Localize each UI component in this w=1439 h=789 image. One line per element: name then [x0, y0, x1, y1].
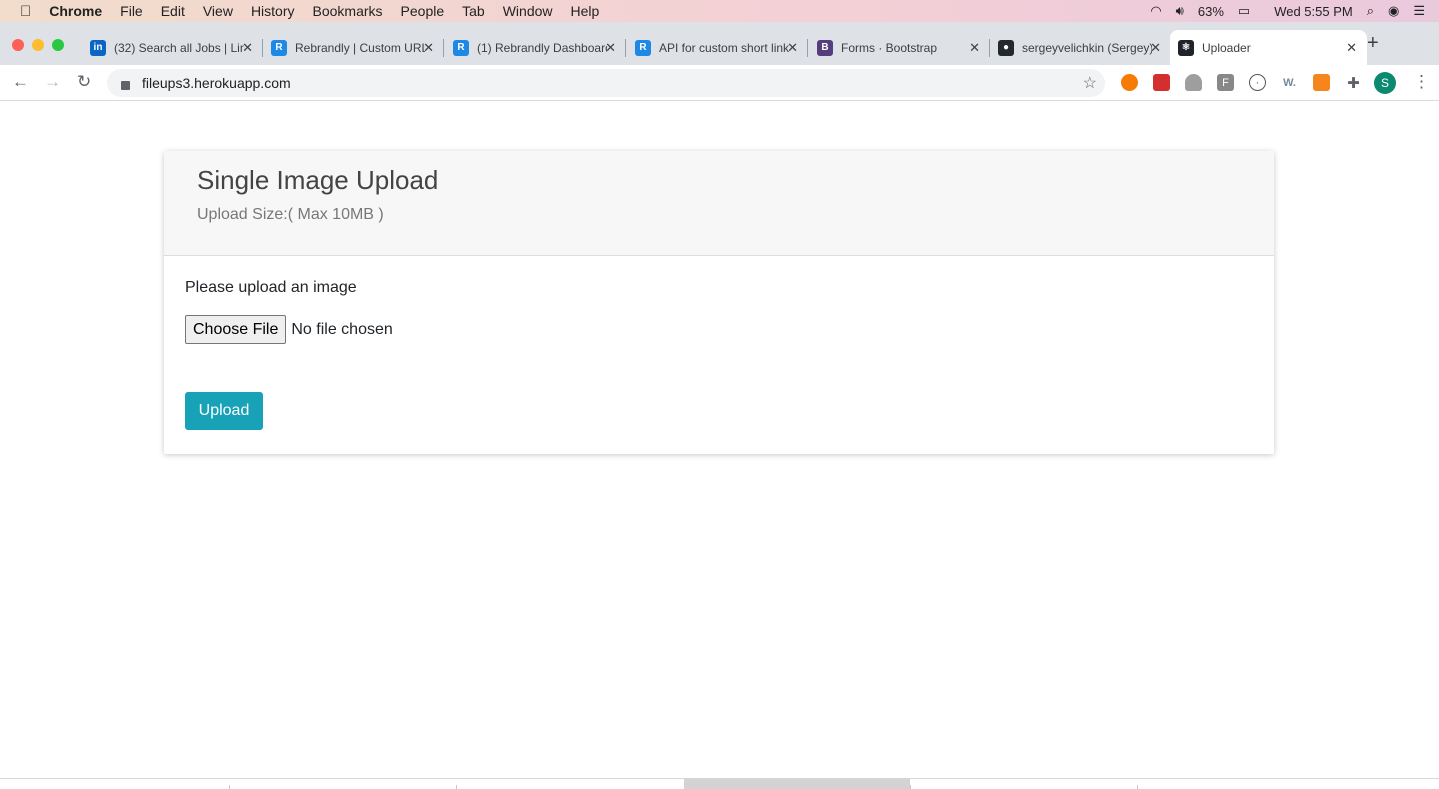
- close-tab-icon[interactable]: ✕: [1150, 40, 1161, 56]
- bookmark-star-icon[interactable]: ☆: [1083, 73, 1097, 93]
- address-bar[interactable]: fileups3.herokuapp.com ☆: [107, 69, 1105, 97]
- extension-braces-icon[interactable]: ·: [1249, 74, 1266, 91]
- tab-title: Forms · Bootstrap: [841, 40, 938, 55]
- linkedin-icon: in: [90, 39, 106, 56]
- browser-toolbar: ← → ↻ fileups3.herokuapp.com ☆ F · W. ✚ …: [0, 65, 1439, 101]
- tab-strip: in(32) Search all Jobs | LinkedIn✕RRebra…: [0, 22, 1439, 65]
- window-controls: [12, 39, 64, 51]
- tab-2[interactable]: R Rebrandly | Custom URL Shortener✕: [263, 30, 444, 65]
- tab-7[interactable]: ⚛ Uploader ✕: [1170, 30, 1367, 65]
- file-input[interactable]: Choose File No file chosen: [185, 315, 1274, 344]
- page-title: Single Image Upload: [197, 165, 439, 195]
- rebrandly-icon: R: [271, 39, 287, 56]
- spotlight-icon[interactable]: ⌕: [1367, 3, 1374, 19]
- upload-card: Single Image Upload Upload Size:( Max 10…: [164, 151, 1274, 454]
- close-tab-icon[interactable]: ✕: [1346, 40, 1357, 56]
- extension-fire-icon[interactable]: [1121, 74, 1138, 91]
- menu-file[interactable]: File: [120, 3, 143, 19]
- menu-window[interactable]: Window: [503, 3, 553, 19]
- metamask-icon[interactable]: [1313, 74, 1330, 91]
- react-icon: ⚛: [1178, 39, 1194, 56]
- tab-title: (1) Rebrandly Dashboard: [477, 40, 607, 55]
- extension-f-icon[interactable]: F: [1217, 74, 1234, 91]
- menu-app[interactable]: Chrome: [49, 3, 102, 19]
- rebrandly-icon: R: [635, 39, 651, 56]
- notification-center-icon[interactable]: ☰: [1413, 3, 1425, 19]
- macos-menubar:  Chrome File Edit View History Bookmark…: [0, 0, 1439, 22]
- choose-file-button[interactable]: Choose File: [185, 315, 287, 344]
- menu-bookmarks[interactable]: Bookmarks: [313, 3, 383, 19]
- menu-tab[interactable]: Tab: [462, 3, 485, 19]
- card-header: Single Image Upload Upload Size:( Max 10…: [164, 151, 1274, 256]
- minimize-window-button[interactable]: [32, 39, 44, 51]
- tab-title: sergeyvelichkin (Sergey): [1022, 40, 1152, 55]
- reload-icon[interactable]: ↻: [77, 72, 91, 92]
- zoom-window-button[interactable]: [52, 39, 64, 51]
- upload-button[interactable]: Upload: [185, 392, 263, 430]
- tab-5[interactable]: B Forms · Bootstrap ✕: [809, 30, 990, 65]
- lock-icon[interactable]: [121, 80, 130, 90]
- tab-title: Rebrandly | Custom URL Shortener: [295, 40, 425, 55]
- extension-shield-icon[interactable]: [1153, 74, 1170, 91]
- upload-prompt: Please upload an image: [185, 279, 357, 296]
- github-icon: ●: [998, 39, 1014, 56]
- card-body: Please upload an image Choose File No fi…: [164, 256, 1274, 430]
- battery-icon[interactable]: ▭: [1238, 3, 1250, 19]
- close-tab-icon[interactable]: ✕: [242, 40, 253, 56]
- close-window-button[interactable]: [12, 39, 24, 51]
- close-tab-icon[interactable]: ✕: [969, 40, 980, 56]
- menu-kebab-icon[interactable]: ⋮: [1413, 72, 1430, 92]
- menu-help[interactable]: Help: [571, 3, 600, 19]
- battery-percent[interactable]: 63%: [1198, 4, 1224, 19]
- forward-icon[interactable]: →: [44, 72, 61, 92]
- tab-4[interactable]: R API for custom short links ✕: [627, 30, 808, 65]
- extension-ghost-icon[interactable]: [1185, 74, 1202, 91]
- menu-view[interactable]: View: [203, 3, 233, 19]
- url-text[interactable]: fileups3.herokuapp.com: [142, 75, 291, 91]
- tab-title: Uploader: [1202, 40, 1251, 55]
- bootstrap-icon: B: [817, 39, 833, 56]
- back-icon[interactable]: ←: [12, 72, 29, 92]
- menu-people[interactable]: People: [401, 3, 445, 19]
- close-tab-icon[interactable]: ✕: [787, 40, 798, 56]
- tab-title: API for custom short links: [659, 40, 789, 55]
- menu-edit[interactable]: Edit: [161, 3, 185, 19]
- file-status: No file chosen: [291, 320, 393, 338]
- new-tab-button[interactable]: +: [1367, 32, 1379, 55]
- apple-icon[interactable]: : [20, 3, 31, 20]
- rebrandly-icon: R: [453, 39, 469, 56]
- wifi-icon[interactable]: ◠: [1150, 3, 1161, 19]
- extension-w-icon[interactable]: W.: [1281, 74, 1298, 91]
- tab-6[interactable]: ● sergeyvelichkin (Sergey) ✕: [990, 30, 1171, 65]
- close-tab-icon[interactable]: ✕: [423, 40, 434, 56]
- extensions-puzzle-icon[interactable]: ✚: [1345, 74, 1362, 92]
- horizontal-scrollbar[interactable]: [0, 778, 1439, 789]
- close-tab-icon[interactable]: ✕: [605, 40, 616, 56]
- menu-history[interactable]: History: [251, 3, 295, 19]
- siri-icon[interactable]: ◉: [1388, 3, 1399, 19]
- volume-icon[interactable]: 🔊︎: [1176, 3, 1184, 19]
- tab-1[interactable]: in (32) Search all Jobs | LinkedIn✕: [82, 30, 263, 65]
- tab-title: (32) Search all Jobs | LinkedIn: [114, 40, 244, 55]
- profile-avatar[interactable]: S: [1374, 72, 1396, 94]
- upload-size-note: Upload Size:( Max 10MB ): [197, 206, 384, 223]
- clock[interactable]: Wed 5:55 PM: [1274, 4, 1353, 19]
- tab-3[interactable]: R (1) Rebrandly Dashboard ✕: [445, 30, 626, 65]
